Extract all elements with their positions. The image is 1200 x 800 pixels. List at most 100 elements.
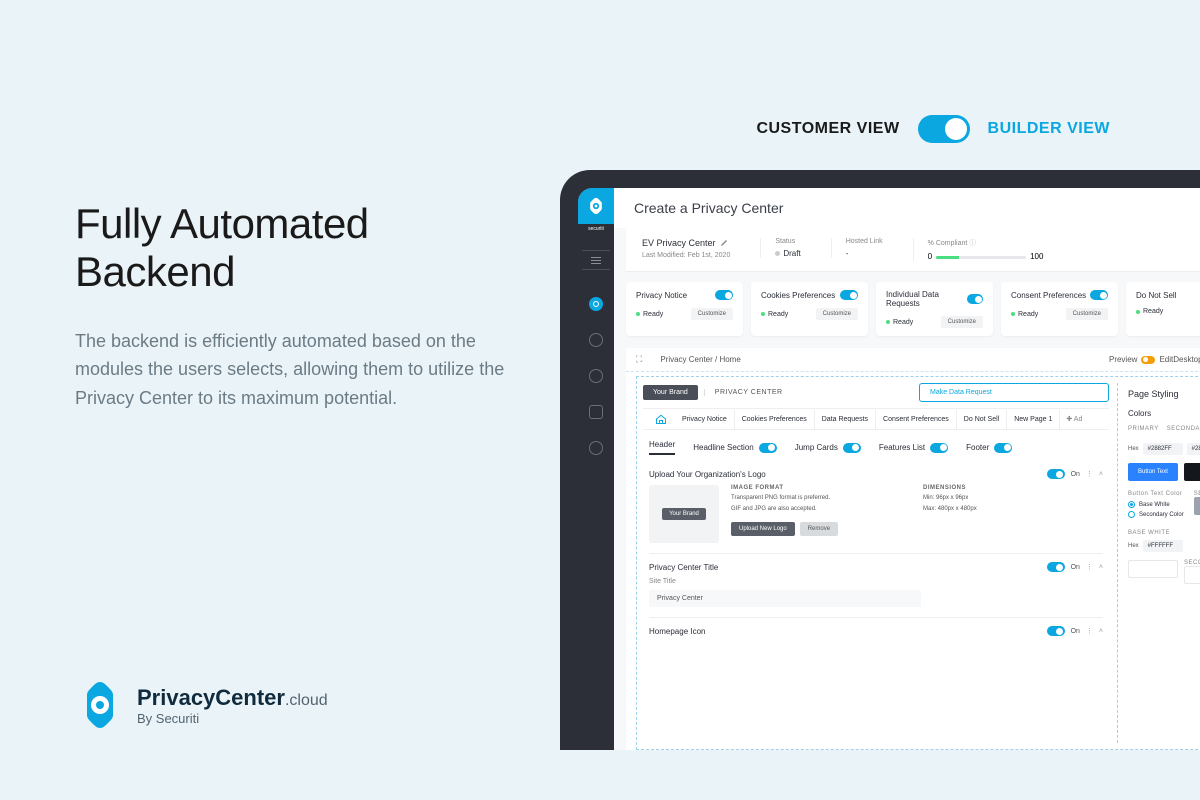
logo-text-main: PrivacyCenter <box>137 685 285 710</box>
page-styling-title: Page Styling <box>1128 389 1200 399</box>
card-consent: Consent Preferences ReadyCustomize <box>1001 282 1118 336</box>
sec-tab-footer[interactable]: Footer <box>966 443 1012 453</box>
customize-button[interactable]: Customize <box>1066 308 1108 320</box>
format-text-1: Transparent PNG format is preferred. <box>731 494 911 503</box>
tab-privacy-notice[interactable]: Privacy Notice <box>675 410 735 429</box>
tab-consent[interactable]: Consent Preferences <box>876 410 957 429</box>
site-title-input[interactable]: Privacy Center <box>649 590 921 607</box>
tab-do-not-sell[interactable]: Do Not Sell <box>957 410 1007 429</box>
module-cards: Privacy Notice ReadyCustomize Cookies Pr… <box>614 282 1200 348</box>
compliant-low: 0 <box>928 252 932 261</box>
compliant-progress <box>936 256 1026 259</box>
customer-view-label: CUSTOMER VIEW <box>756 120 899 138</box>
breadcrumb: Privacy Center / Home <box>660 355 1109 364</box>
format-text-2: GIF and JPG are also accepted. <box>731 505 911 514</box>
nav-item-4[interactable] <box>586 402 606 422</box>
card-toggle[interactable] <box>840 290 858 300</box>
white-swatch <box>1128 560 1178 578</box>
logo-thumbnail: Your Brand <box>649 485 719 543</box>
headline: Fully Automated Backend <box>75 200 515 297</box>
toggle-switch[interactable] <box>918 115 970 143</box>
more-icon[interactable]: ⋮ <box>1086 470 1093 478</box>
marketing-copy: Fully Automated Backend The backend is e… <box>75 200 515 413</box>
privacy-center-label: PRIVACY CENTER <box>704 389 783 396</box>
menu-icon[interactable] <box>582 250 610 270</box>
last-modified: Last Modified: Feb 1st, 2020 <box>642 252 730 259</box>
secondary-button-sample <box>1184 463 1200 481</box>
white-hex-input[interactable]: #FFFFFF <box>1143 540 1183 552</box>
sec-tab-features[interactable]: Features List <box>879 443 948 453</box>
card-cookies: Cookies Preferences ReadyCustomize <box>751 282 868 336</box>
upload-new-logo-button[interactable]: Upload New Logo <box>731 522 795 536</box>
homepage-icon-heading: Homepage Icon <box>649 627 705 636</box>
colors-label: Colors <box>1128 409 1200 418</box>
expand-icon[interactable]: ⛶ <box>636 354 642 365</box>
sidebar-logo-icon[interactable] <box>578 188 614 224</box>
tab-data-requests[interactable]: Data Requests <box>815 410 876 429</box>
body-text: The backend is efficiently automated bas… <box>75 327 515 413</box>
card-do-not-sell: Do Not Sell Ready <box>1126 282 1200 336</box>
pc-title-toggle[interactable] <box>1047 562 1065 572</box>
radio-base-white[interactable]: Base White <box>1128 501 1184 508</box>
logo-icon <box>75 680 125 730</box>
device-frame: securiti Create a Privacy Center EV Priv… <box>560 170 1200 750</box>
status-value: Draft <box>783 249 800 258</box>
desktop-view-label: Desktop View <box>1173 355 1200 364</box>
upload-toggle[interactable] <box>1047 469 1065 479</box>
page-title: Create a Privacy Center <box>614 188 1200 228</box>
sec-tab-headline[interactable]: Headline Section <box>693 443 776 453</box>
logo-text-sub: By Securiti <box>137 711 328 726</box>
pc-title-heading: Privacy Center Title <box>649 563 718 572</box>
upload-logo-title: Upload Your Organization's Logo <box>649 470 766 479</box>
edit-icon[interactable] <box>720 239 728 247</box>
base-white-label: BASE WHITE <box>1128 530 1200 536</box>
preview-label: Preview <box>1109 355 1137 364</box>
product-logo: PrivacyCenter.cloud By Securiti <box>75 680 328 730</box>
project-name: EV Privacy Center <box>642 238 730 248</box>
preview-nav-tabs: Privacy Notice Cookies Preferences Data … <box>643 408 1109 430</box>
settings-icon[interactable] <box>586 438 606 458</box>
styling-panel: Page Styling Colors PRIMARY SECONDARY He… <box>1117 383 1200 743</box>
builder-view-label: BUILDER VIEW <box>988 120 1110 138</box>
card-toggle[interactable] <box>1090 290 1108 300</box>
chevron-up-icon[interactable]: ˄ <box>1099 471 1103 478</box>
view-toggle[interactable]: CUSTOMER VIEW BUILDER VIEW <box>756 115 1110 143</box>
hosted-value: - <box>846 249 883 258</box>
add-tab-button[interactable]: ✚ Ad <box>1060 409 1088 429</box>
status-label: Status <box>775 238 800 245</box>
make-request-button[interactable]: Make Data Request <box>919 383 1109 402</box>
nav-item-1[interactable] <box>586 294 606 314</box>
logo-text-cloud: .cloud <box>285 692 328 709</box>
dim-min: Min: 96px x 96px <box>923 494 1103 503</box>
dimensions-header: DIMENSIONS <box>923 485 1103 491</box>
customize-button[interactable]: Customize <box>816 308 858 320</box>
radio-secondary[interactable]: Secondary Color <box>1128 511 1184 518</box>
primary-hex-input[interactable]: #2882FF <box>1143 443 1183 455</box>
remove-logo-button[interactable]: Remove <box>800 522 838 536</box>
customize-button[interactable]: Customize <box>691 308 733 320</box>
customize-button[interactable]: Customize <box>941 316 983 328</box>
secondary-hex-input[interactable]: #2882FF <box>1187 443 1200 455</box>
card-toggle[interactable] <box>715 290 733 300</box>
nav-item-2[interactable] <box>586 330 606 350</box>
preview-edit-toggle[interactable] <box>1141 356 1155 364</box>
site-title-label: Site Title <box>649 578 1103 585</box>
nav-item-3[interactable] <box>586 366 606 386</box>
btn-text-color-label: Button Text Color <box>1128 491 1184 497</box>
tab-cookies[interactable]: Cookies Preferences <box>735 410 815 429</box>
primary-label: PRIMARY <box>1128 426 1159 432</box>
primary-button-sample: Button Text <box>1128 463 1178 481</box>
card-toggle[interactable] <box>967 294 983 304</box>
sidebar-brand: securiti <box>588 226 604 232</box>
hosted-label: Hosted Link <box>846 238 883 245</box>
home-icon[interactable] <box>655 413 667 425</box>
format-header: IMAGE FORMAT <box>731 485 911 491</box>
hp-icon-toggle[interactable] <box>1047 626 1065 636</box>
sec-tab-jump[interactable]: Jump Cards <box>795 443 861 453</box>
dim-max: Max: 480px x 480px <box>923 505 1103 514</box>
sec-tab-header[interactable]: Header <box>649 440 675 455</box>
card-data-requests: Individual Data Requests ReadyCustomize <box>876 282 993 336</box>
tab-new-page[interactable]: New Page 1 <box>1007 410 1060 429</box>
edit-label: Edit <box>1159 355 1173 364</box>
secondary-swatch-2 <box>1184 566 1200 584</box>
